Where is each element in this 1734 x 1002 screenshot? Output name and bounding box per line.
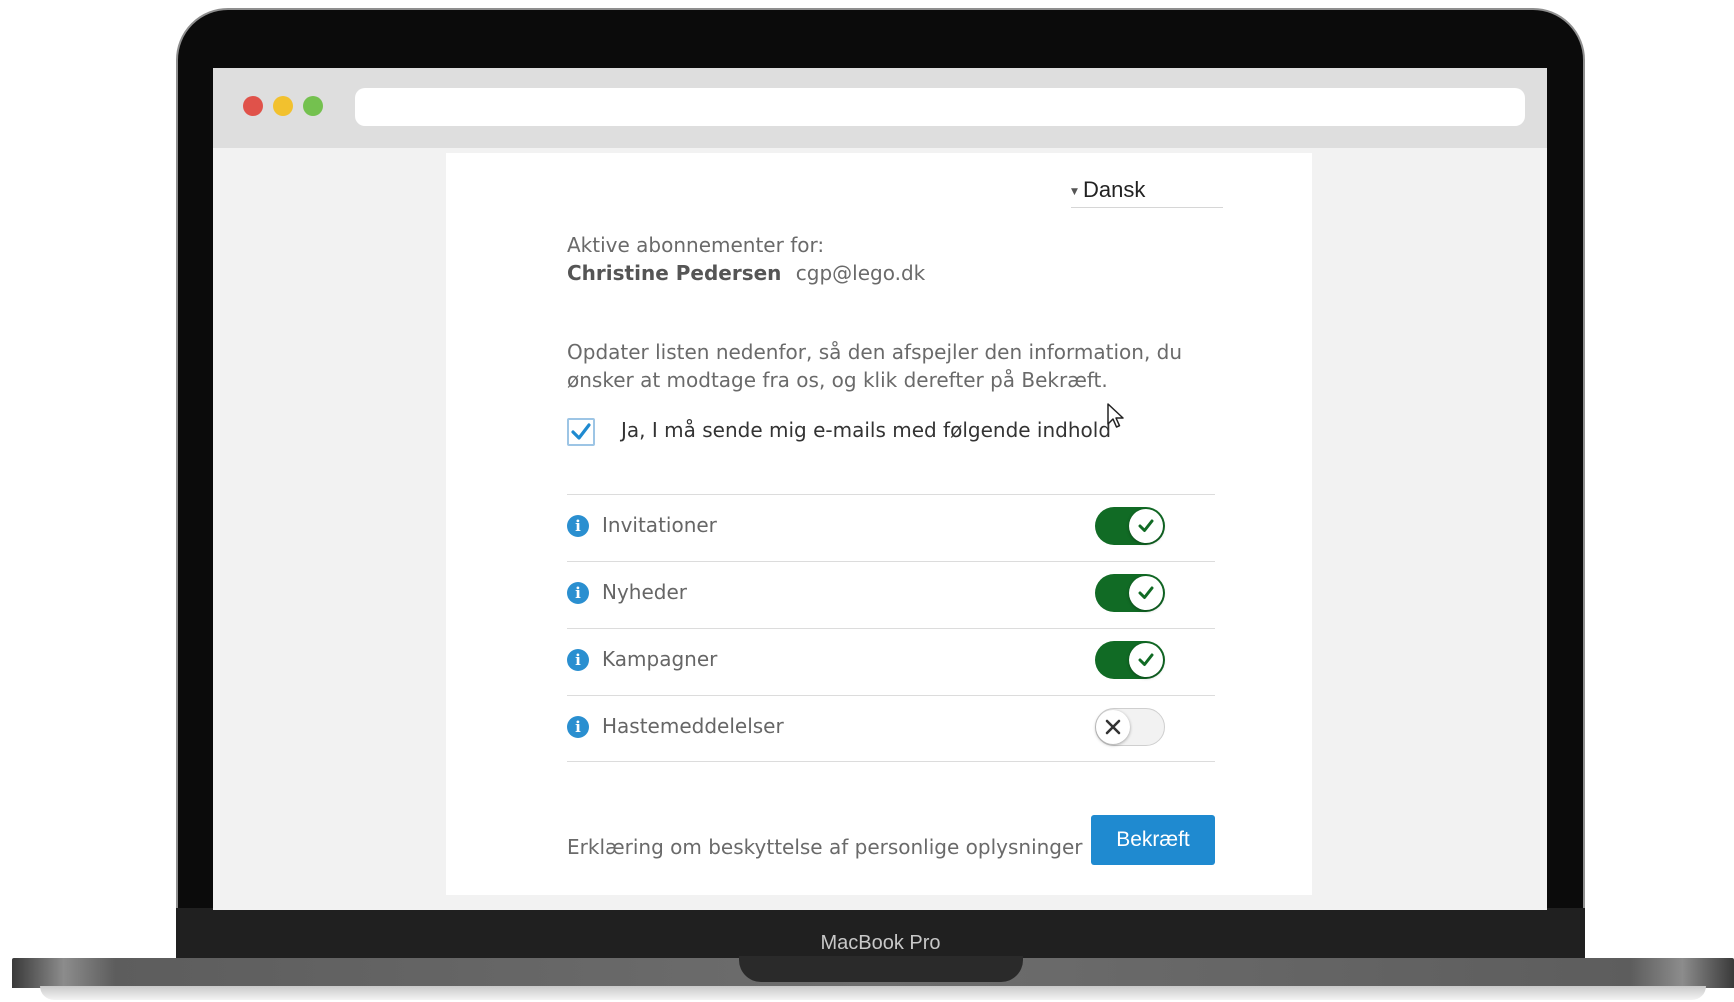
user-identity: Christine Pedersen cgp@lego.dk	[567, 261, 925, 285]
divider	[567, 761, 1215, 762]
browser-toolbar	[213, 68, 1547, 148]
active-subscriptions-label: Aktive abonnementer for:	[567, 233, 825, 257]
consent-label: Ja, I må sende mig e-mails med følgende …	[621, 418, 1112, 442]
screen: ▼ Dansk Aktive abonnementer for: Christi…	[213, 68, 1547, 910]
preference-label: Nyheder	[602, 580, 687, 604]
toggle-knob	[1096, 710, 1130, 744]
preference-label: Invitationer	[602, 513, 717, 537]
laptop-base-edge	[40, 986, 1706, 1000]
info-icon[interactable]: i	[567, 582, 589, 604]
consent-checkbox[interactable]	[567, 418, 595, 446]
toggle-nyheder[interactable]	[1095, 574, 1165, 612]
preference-row-nyheder: i Nyheder	[567, 562, 1215, 628]
privacy-statement-link[interactable]: Erklæring om beskyttelse af personlige o…	[567, 835, 1083, 859]
toggle-kampagner[interactable]	[1095, 641, 1165, 679]
caret-down-icon: ▼	[1071, 187, 1078, 197]
laptop-hinge-notch	[739, 956, 1023, 982]
language-select-value: Dansk	[1083, 177, 1146, 202]
window-minimize-dot[interactable]	[273, 96, 293, 116]
preference-row-kampagner: i Kampagner	[567, 629, 1215, 695]
toggle-invitationer[interactable]	[1095, 507, 1165, 545]
toggle-knob	[1129, 509, 1163, 543]
preference-label: Hastemeddelelser	[602, 714, 784, 738]
info-icon[interactable]: i	[567, 515, 589, 537]
preference-row-hastemeddelelser: i Hastemeddelelser	[567, 696, 1215, 762]
mouse-pointer-icon	[1107, 403, 1124, 428]
close-icon	[1105, 719, 1121, 735]
address-bar[interactable]	[355, 88, 1525, 126]
window-maximize-dot[interactable]	[303, 96, 323, 116]
info-icon[interactable]: i	[567, 716, 589, 738]
window-close-dot[interactable]	[243, 96, 263, 116]
user-name: Christine Pedersen	[567, 261, 782, 285]
toggle-knob	[1129, 576, 1163, 610]
preferences-card: ▼ Dansk Aktive abonnementer for: Christi…	[446, 153, 1312, 895]
info-icon[interactable]: i	[567, 649, 589, 671]
instructions-text: Opdater listen nedenfor, så den afspejle…	[567, 340, 1183, 392]
user-email: cgp@lego.dk	[795, 261, 926, 285]
toggle-knob	[1129, 643, 1163, 677]
check-icon	[1138, 653, 1154, 666]
checkmark-icon	[571, 423, 591, 440]
check-icon	[1138, 586, 1154, 599]
confirm-button[interactable]: Bekræft	[1091, 815, 1215, 865]
preference-row-invitationer: i Invitationer	[567, 495, 1215, 561]
check-icon	[1138, 519, 1154, 532]
language-select[interactable]: ▼ Dansk	[1071, 177, 1223, 208]
preference-label: Kampagner	[602, 647, 718, 671]
model-label: MacBook Pro	[820, 932, 941, 954]
toggle-hastemeddelelser[interactable]	[1095, 708, 1165, 746]
